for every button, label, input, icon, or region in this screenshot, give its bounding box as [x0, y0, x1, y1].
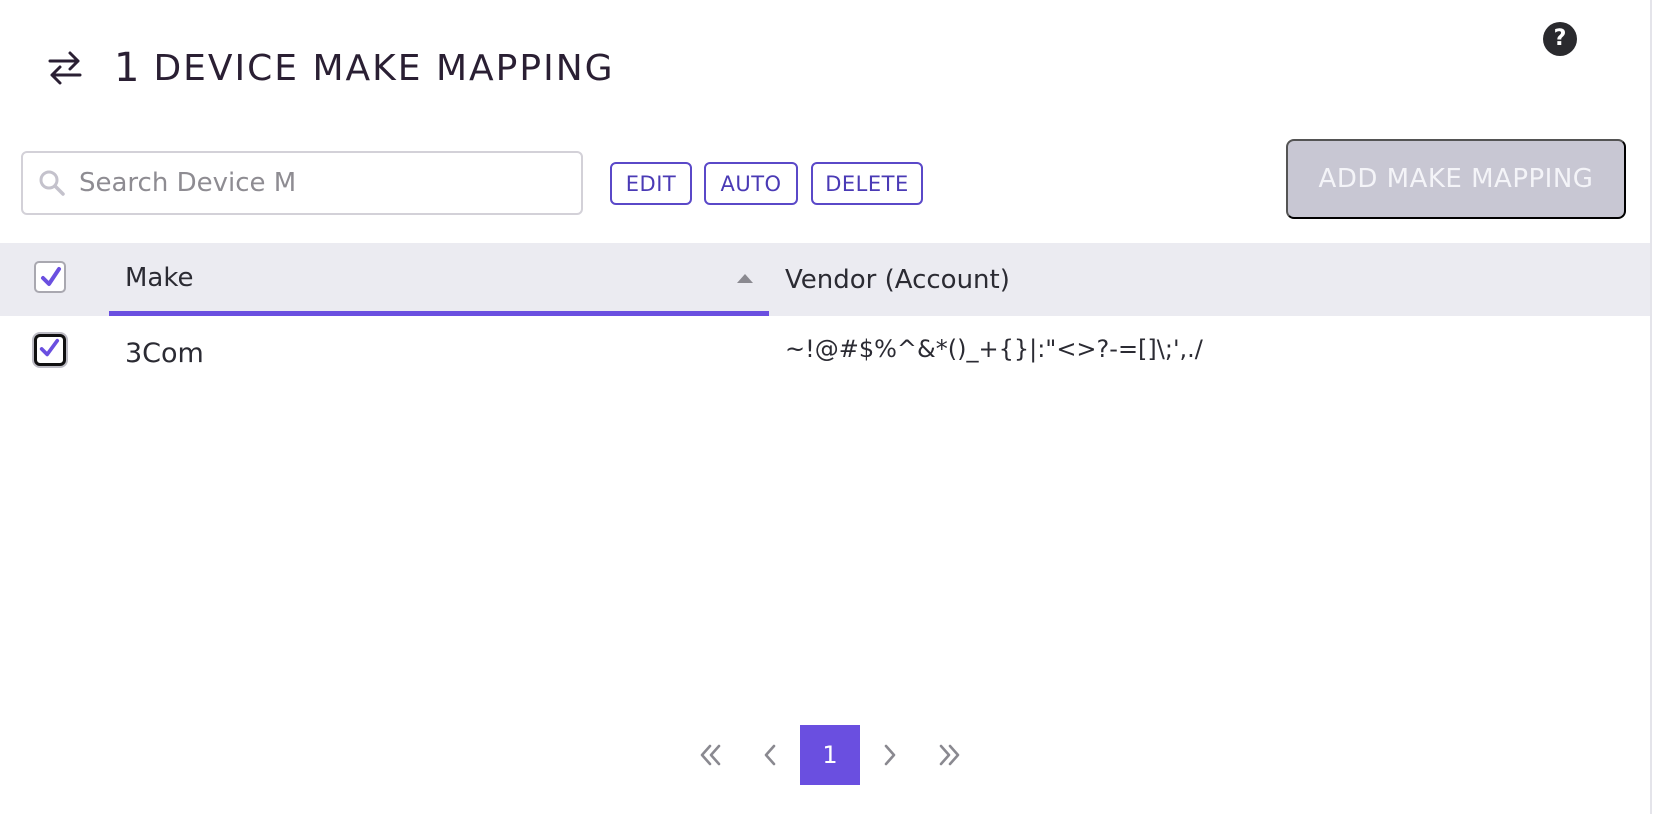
- current-page-button[interactable]: 1: [800, 725, 860, 785]
- mapping-count: 1: [114, 45, 140, 91]
- edit-button[interactable]: EDIT: [610, 162, 692, 205]
- double-chevron-left-icon: [700, 744, 721, 766]
- delete-button[interactable]: DELETE: [811, 162, 923, 205]
- search-icon: [39, 170, 65, 196]
- column-header-vendor[interactable]: Vendor (Account): [785, 265, 1010, 295]
- table-header: Make Vendor (Account): [0, 243, 1650, 316]
- checkmark-icon: [39, 338, 60, 357]
- auto-button[interactable]: AUTO: [704, 162, 798, 205]
- last-page-button[interactable]: [920, 725, 980, 785]
- add-make-mapping-button[interactable]: ADD MAKE MAPPING: [1286, 139, 1626, 219]
- swap-arrows-icon: [48, 51, 82, 85]
- first-page-button[interactable]: [680, 725, 740, 785]
- page-header: 1 DEVICE MAKE MAPPING: [46, 40, 615, 96]
- row-checkbox[interactable]: [34, 334, 66, 366]
- row-make-cell: 3Com: [125, 338, 204, 369]
- column-make-label: Make: [125, 263, 194, 293]
- table-row[interactable]: 3Com ~!@#$%^&*()_+{}|:"<>?-=[]\;',./: [0, 316, 1650, 391]
- row-vendor-cell: ~!@#$%^&*()_+{}|:"<>?-=[]\;',./: [785, 335, 1203, 363]
- checkmark-icon: [41, 267, 61, 286]
- page-title: DEVICE MAKE MAPPING: [153, 47, 615, 89]
- sort-ascending-icon: [737, 274, 753, 283]
- double-chevron-right-icon: [939, 744, 960, 766]
- chevron-right-icon: [884, 744, 896, 766]
- right-border: [1650, 0, 1652, 814]
- pagination: 1: [680, 725, 980, 785]
- search-box[interactable]: [21, 151, 583, 215]
- previous-page-button[interactable]: [740, 725, 800, 785]
- help-icon[interactable]: ?: [1543, 22, 1577, 56]
- select-all-checkbox[interactable]: [34, 261, 66, 293]
- next-page-button[interactable]: [860, 725, 920, 785]
- search-input[interactable]: [79, 168, 549, 198]
- chevron-left-icon: [764, 744, 776, 766]
- column-header-make[interactable]: Make: [109, 243, 769, 316]
